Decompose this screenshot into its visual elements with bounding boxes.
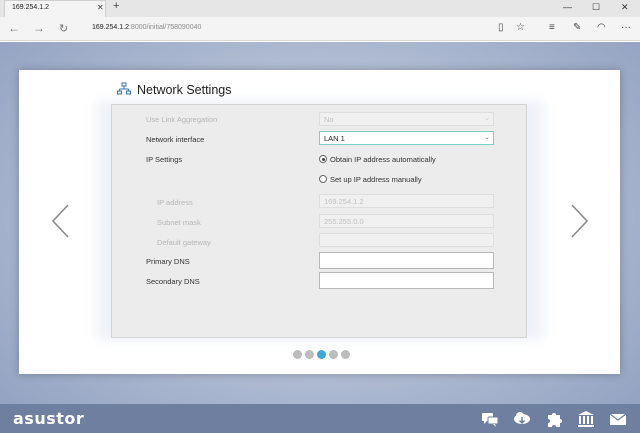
address-bar: ← → ↻ 169.254.1.2:8000/initial/758090040… — [0, 17, 640, 41]
maximize-icon[interactable]: ☐ — [592, 2, 600, 13]
favorite-star-icon[interactable]: ☆ — [516, 22, 525, 33]
subnet-mask-value: 255.255.0.0 — [324, 217, 364, 226]
new-tab-icon[interactable]: + — [113, 0, 119, 12]
network-interface-value: LAN 1 — [324, 134, 345, 143]
ip-auto-label[interactable]: Obtain IP address automatically — [330, 155, 436, 164]
puzzle-icon[interactable] — [545, 410, 563, 428]
tab-close-icon[interactable]: ✕ — [97, 3, 104, 12]
back-icon[interactable]: ← — [8, 21, 20, 35]
network-icon — [117, 82, 131, 95]
secondary-dns-field[interactable] — [319, 272, 494, 289]
url-host: 169.254.1.2 — [92, 24, 129, 31]
page-dot-4[interactable] — [329, 350, 338, 359]
default-gateway-field — [319, 233, 494, 247]
close-window-icon[interactable]: ✕ — [621, 2, 629, 13]
share-icon[interactable]: ◠ — [597, 22, 606, 33]
page-dot-5[interactable] — [341, 350, 350, 359]
tab-bar: 169.254.1.2 ✕ + — ☐ ✕ — [0, 0, 640, 17]
page-dot-3[interactable] — [317, 350, 326, 359]
ip-auto-radio[interactable] — [319, 155, 327, 163]
ip-manual-radio[interactable] — [319, 175, 327, 183]
web-note-icon[interactable]: ✎ — [573, 22, 581, 33]
mail-icon[interactable] — [609, 410, 627, 428]
link-aggregation-value: No — [324, 115, 334, 124]
minimize-icon[interactable]: — — [563, 2, 572, 12]
subnet-mask-label: Subnet mask — [157, 218, 201, 227]
subnet-mask-field: 255.255.0.0 — [319, 214, 494, 228]
secondary-dns-label: Secondary DNS — [146, 277, 200, 286]
default-gateway-label: Default gateway — [157, 238, 211, 247]
primary-dns-field[interactable] — [319, 252, 494, 269]
forward-icon[interactable]: → — [33, 21, 45, 35]
previous-arrow-icon[interactable] — [50, 203, 72, 239]
more-icon[interactable]: ··· — [621, 22, 631, 33]
ip-address-field: 169.254.1.2 — [319, 194, 494, 208]
ip-settings-label: IP Settings — [146, 155, 183, 164]
refresh-icon[interactable]: ↻ — [59, 22, 68, 35]
network-interface-label: Network interface — [146, 135, 205, 144]
next-arrow-icon[interactable] — [568, 203, 590, 239]
bank-icon[interactable] — [577, 410, 595, 428]
url-field[interactable]: 169.254.1.2:8000/initial/758090040 — [92, 24, 201, 31]
cloud-download-icon[interactable] — [513, 410, 531, 428]
primary-dns-label: Primary DNS — [146, 257, 190, 266]
ip-address-value: 169.254.1.2 — [324, 197, 364, 206]
chevron-down-icon: ⌄ — [484, 115, 490, 122]
footer-bar: asustor — [0, 404, 640, 433]
chat-icon[interactable] — [481, 410, 499, 428]
page-title: Network Settings — [137, 83, 232, 97]
ip-address-label: IP address — [157, 198, 193, 207]
ip-manual-label[interactable]: Set up IP address manually — [330, 175, 422, 184]
chevron-down-icon: ⌄ — [484, 134, 490, 141]
url-path: :8000/initial/758090040 — [128, 24, 202, 31]
reading-view-icon[interactable]: ▯ — [498, 22, 504, 33]
link-aggregation-label: Use Link Aggregation — [146, 115, 218, 124]
page-dot-2[interactable] — [305, 350, 314, 359]
tab-title: 169.254.1.2 — [12, 4, 49, 11]
hub-icon[interactable]: ≡ — [549, 22, 555, 33]
page-dot-1[interactable] — [293, 350, 302, 359]
link-aggregation-select: No ⌄ — [319, 112, 494, 126]
brand-logo: asustor — [13, 409, 85, 428]
network-interface-select[interactable]: LAN 1 ⌄ — [319, 131, 494, 145]
browser-tab[interactable]: 169.254.1.2 ✕ — [4, 0, 106, 17]
